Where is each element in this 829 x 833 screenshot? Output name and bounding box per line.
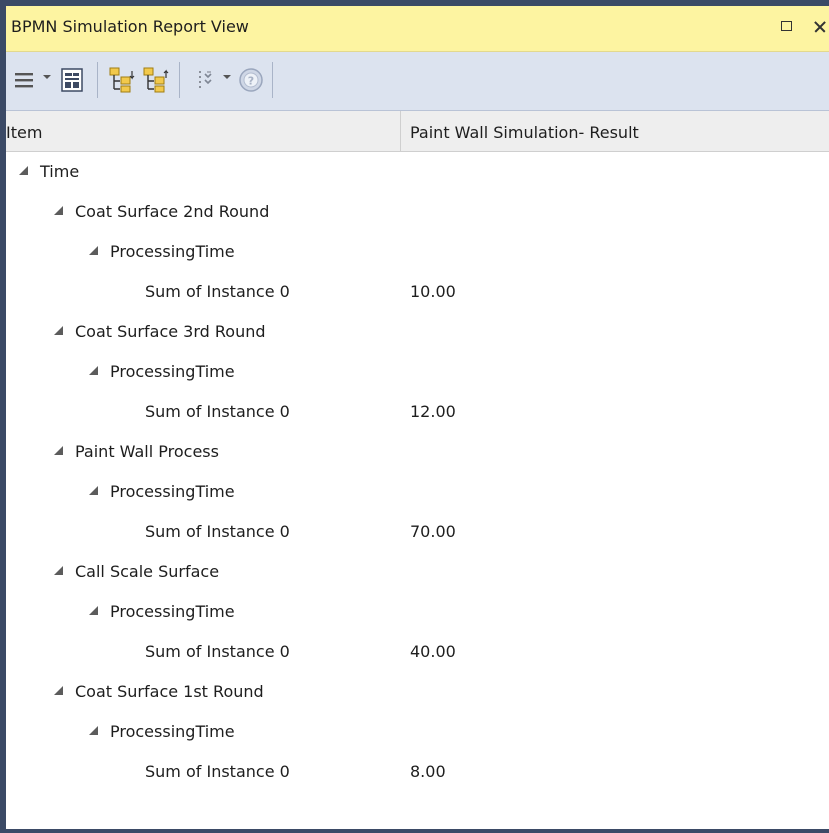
tree-node-label: ProcessingTime [110,362,235,381]
tree-row-root[interactable]: Time [6,152,829,192]
maximize-button[interactable] [774,14,800,40]
column-header: Item Paint Wall Simulation- Result [6,111,829,152]
run-report-icon [61,68,83,92]
tree-row-metric[interactable]: ProcessingTime [6,232,829,272]
menu-icon [15,73,33,88]
report-tree: Time Coat Surface 2nd Round ProcessingTi… [6,152,829,792]
tree-row-instance[interactable]: Sum of Instance 0 10.00 [6,272,829,312]
expand-toggle-icon[interactable] [89,486,98,495]
menu-dropdown-arrow[interactable] [43,75,51,79]
tree-row-group[interactable]: Paint Wall Process [6,432,829,472]
expand-toggle-icon[interactable] [54,206,63,215]
run-report-button[interactable] [58,65,88,95]
collapse-tree-button[interactable] [142,65,170,95]
expand-toggle-icon[interactable] [89,726,98,735]
options-button[interactable] [194,65,218,95]
expand-toggle-icon[interactable] [54,446,63,455]
tree-node-label: ProcessingTime [110,722,235,741]
result-value: 8.00 [410,762,446,781]
tree-node-label: Paint Wall Process [75,442,219,461]
tree-row-instance[interactable]: Sum of Instance 0 8.00 [6,752,829,792]
tree-row-instance[interactable]: Sum of Instance 0 12.00 [6,392,829,432]
tree-row-group[interactable]: Coat Surface 1st Round [6,672,829,712]
tree-node-label: Sum of Instance 0 [145,282,290,301]
options-icon [199,71,212,88]
tree-collapse-icon [143,67,169,93]
tree-node-label: Sum of Instance 0 [145,402,290,421]
tree-node-label: Coat Surface 2nd Round [75,202,270,221]
result-value: 40.00 [410,642,456,661]
tree-row-metric[interactable]: ProcessingTime [6,712,829,752]
tree-node-label: ProcessingTime [110,602,235,621]
tree-group: Coat Surface 1st Round ProcessingTime Su… [6,672,829,792]
tree-node-label: Sum of Instance 0 [145,642,290,661]
svg-text:?: ? [248,75,254,88]
menu-button[interactable] [12,65,38,95]
tree-group: Coat Surface 2nd Round ProcessingTime Su… [6,192,829,312]
tree-row-group[interactable]: Coat Surface 3rd Round [6,312,829,352]
tree-node-label: Sum of Instance 0 [145,762,290,781]
expand-toggle-icon[interactable] [89,606,98,615]
expand-toggle-icon[interactable] [19,166,28,175]
help-button[interactable]: ? [237,65,265,95]
tree-row-metric[interactable]: ProcessingTime [6,592,829,632]
tree-row-instance[interactable]: Sum of Instance 0 70.00 [6,512,829,552]
toolbar-separator [97,62,98,98]
tree-row-group[interactable]: Coat Surface 2nd Round [6,192,829,232]
tree-group: Coat Surface 3rd Round ProcessingTime Su… [6,312,829,432]
help-icon: ? [239,68,263,92]
close-button[interactable] [807,14,829,40]
tree-node-label: Time [40,162,80,181]
tree-node-label: Coat Surface 3rd Round [75,322,266,341]
result-value: 12.00 [410,402,456,421]
tree-node-label: Coat Surface 1st Round [75,682,264,701]
toolbar: ? [6,52,829,111]
expand-tree-button[interactable] [108,65,136,95]
tree-node-label: ProcessingTime [110,242,235,261]
result-value: 10.00 [410,282,456,301]
expand-toggle-icon[interactable] [54,566,63,575]
expand-toggle-icon[interactable] [54,686,63,695]
maximize-icon [781,21,792,31]
expand-toggle-icon[interactable] [54,326,63,335]
title-bar[interactable]: BPMN Simulation Report View [6,6,829,52]
expand-toggle-icon[interactable] [89,246,98,255]
report-window: BPMN Simulation Report View ? Item Paint… [0,0,829,833]
tree-group: Call Scale Surface ProcessingTime Sum of… [6,552,829,672]
toolbar-separator [179,62,180,98]
tree-node-label: ProcessingTime [110,482,235,501]
tree-expand-icon [109,67,135,93]
tree-row-instance[interactable]: Sum of Instance 0 40.00 [6,632,829,672]
tree-row-metric[interactable]: ProcessingTime [6,352,829,392]
tree-row-metric[interactable]: ProcessingTime [6,472,829,512]
toolbar-separator [272,62,273,98]
result-value: 70.00 [410,522,456,541]
tree-node-label: Sum of Instance 0 [145,522,290,541]
tree-group: Paint Wall Process ProcessingTime Sum of… [6,432,829,552]
tree-row-group[interactable]: Call Scale Surface [6,552,829,592]
column-item-header[interactable]: Item [6,123,42,142]
options-dropdown-arrow[interactable] [223,75,231,79]
tree-node-label: Call Scale Surface [75,562,220,581]
window-title: BPMN Simulation Report View [11,17,249,36]
column-divider[interactable] [400,111,401,151]
expand-toggle-icon[interactable] [89,366,98,375]
column-result-header[interactable]: Paint Wall Simulation- Result [410,123,639,142]
